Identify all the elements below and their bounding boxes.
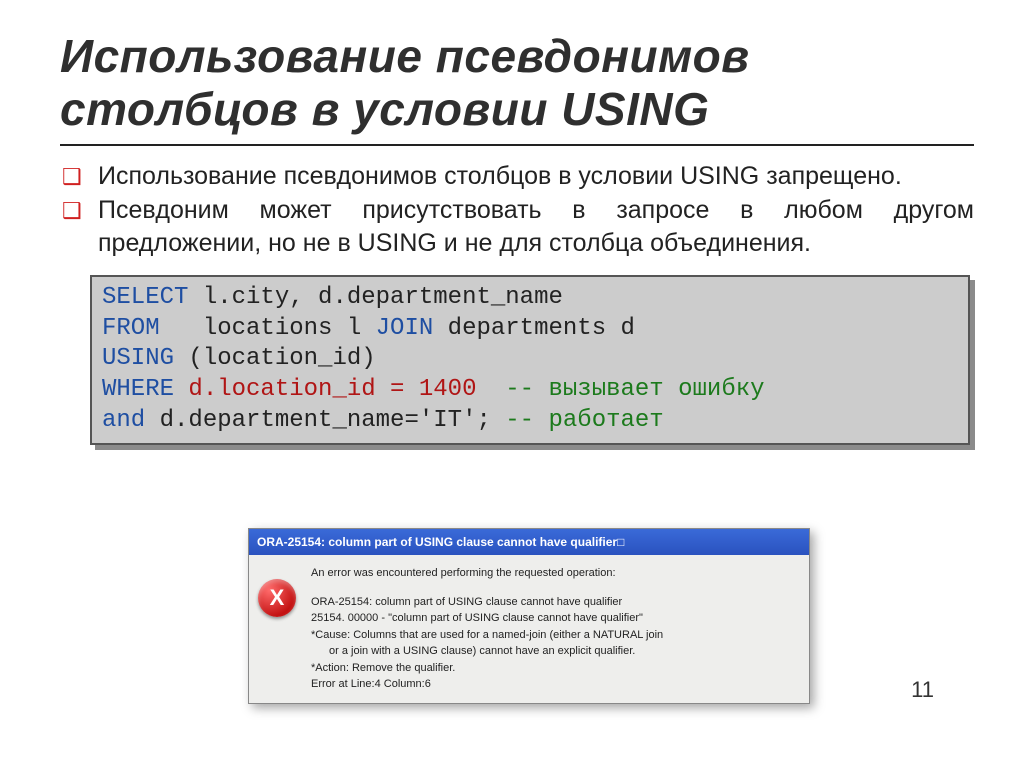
bullet-item: Использование псевдонимов столбцов в усл… — [90, 160, 974, 194]
slide: Использование псевдонимов столбцов в усл… — [0, 0, 1024, 768]
bullet-list: Использование псевдонимов столбцов в усл… — [60, 160, 974, 261]
sql-code-block: SELECT l.city, d.department_name FROM lo… — [90, 275, 970, 445]
dialog-line: *Action: Remove the qualifier. — [311, 662, 455, 674]
dialog-text: An error was encountered performing the … — [311, 565, 663, 693]
code-error-part: d.location_id = 1400 — [188, 376, 476, 403]
code-keyword: JOIN — [376, 315, 434, 342]
dialog-line-wrap: or a join with a USING clause) cannot ha… — [311, 643, 663, 660]
code-keyword: SELECT — [102, 284, 188, 311]
dialog-line: 25154. 00000 - "column part of USING cla… — [311, 612, 643, 624]
dialog-body: X An error was encountered performing th… — [249, 555, 809, 703]
code-text: (location_id) — [174, 345, 376, 372]
page-number: 11 — [911, 677, 934, 703]
code-text — [476, 376, 505, 403]
code-keyword: and — [102, 407, 145, 434]
dialog-titlebar: ORA-25154: column part of USING clause c… — [249, 529, 809, 555]
code-text: locations l — [160, 315, 376, 342]
error-x-icon: X — [258, 579, 296, 617]
code-text: l.city, d.department_name — [188, 284, 562, 311]
code-keyword: USING — [102, 345, 174, 372]
code-text — [174, 376, 188, 403]
slide-title: Использование псевдонимов столбцов в усл… — [60, 30, 974, 136]
code-text: d.department_name='IT'; — [145, 407, 505, 434]
bullet-item: Псевдоним может присутствовать в запросе… — [90, 194, 974, 262]
dialog-title-text: ORA-25154: column part of USING clause c… — [257, 529, 624, 555]
dialog-line: *Cause: Columns that are used for a name… — [311, 629, 663, 641]
error-dialog: ORA-25154: column part of USING clause c… — [248, 528, 810, 704]
code-comment: -- работает — [505, 407, 663, 434]
title-rule — [60, 144, 974, 146]
code-keyword: FROM — [102, 315, 160, 342]
code-comment: -- вызывает ошибку — [505, 376, 764, 403]
code-keyword: WHERE — [102, 376, 174, 403]
dialog-lead: An error was encountered performing the … — [311, 565, 663, 582]
code-text: departments d — [433, 315, 635, 342]
dialog-icon-area: X — [255, 565, 299, 693]
dialog-line: Error at Line:4 Column:6 — [311, 678, 431, 690]
dialog-line: ORA-25154: column part of USING clause c… — [311, 596, 622, 608]
